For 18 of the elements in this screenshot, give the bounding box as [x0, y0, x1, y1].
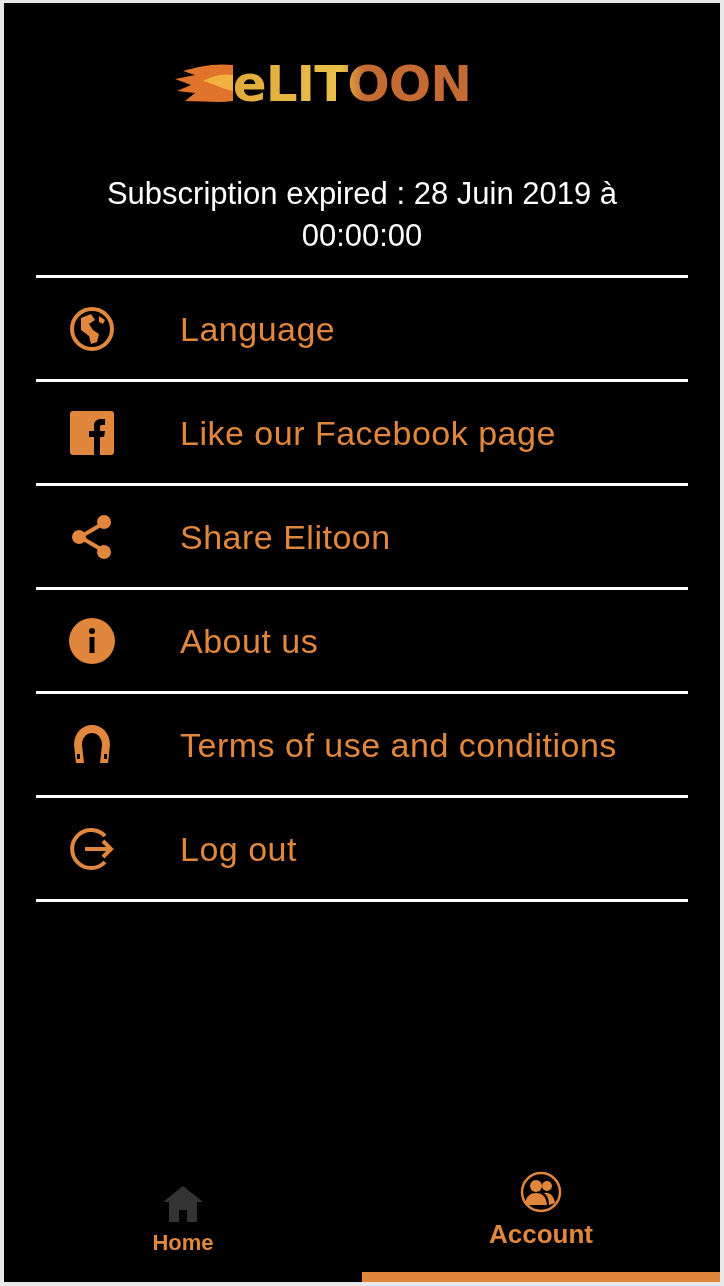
- menu-item[interactable]: Log out: [148, 824, 317, 873]
- nav-tab[interactable]: Home: [4, 1156, 362, 1282]
- subscription-status: Subscription expired : 28 Juin 2019 à 00:00:00: [105, 175, 619, 255]
- menu-item[interactable]: Language: [148, 304, 356, 353]
- share-icon: [70, 513, 114, 560]
- menu-item[interactable]: Share Elitoon: [148, 512, 411, 561]
- menu-item[interactable]: About us: [148, 616, 339, 665]
- menu-item[interactable]: Like our Facebook page: [148, 408, 576, 457]
- tab-label: Home: [152, 1230, 214, 1256]
- people-icon: [520, 1171, 562, 1213]
- info-icon: [69, 617, 115, 664]
- globe-icon: [69, 305, 115, 352]
- nav-tab[interactable]: Account: [362, 1156, 720, 1282]
- logout-icon: [69, 825, 115, 872]
- home-icon: [163, 1186, 203, 1222]
- tab-label: Account: [489, 1219, 593, 1250]
- menu-item[interactable]: Terms of use and conditions: [148, 720, 637, 769]
- facebook-icon: [70, 410, 114, 455]
